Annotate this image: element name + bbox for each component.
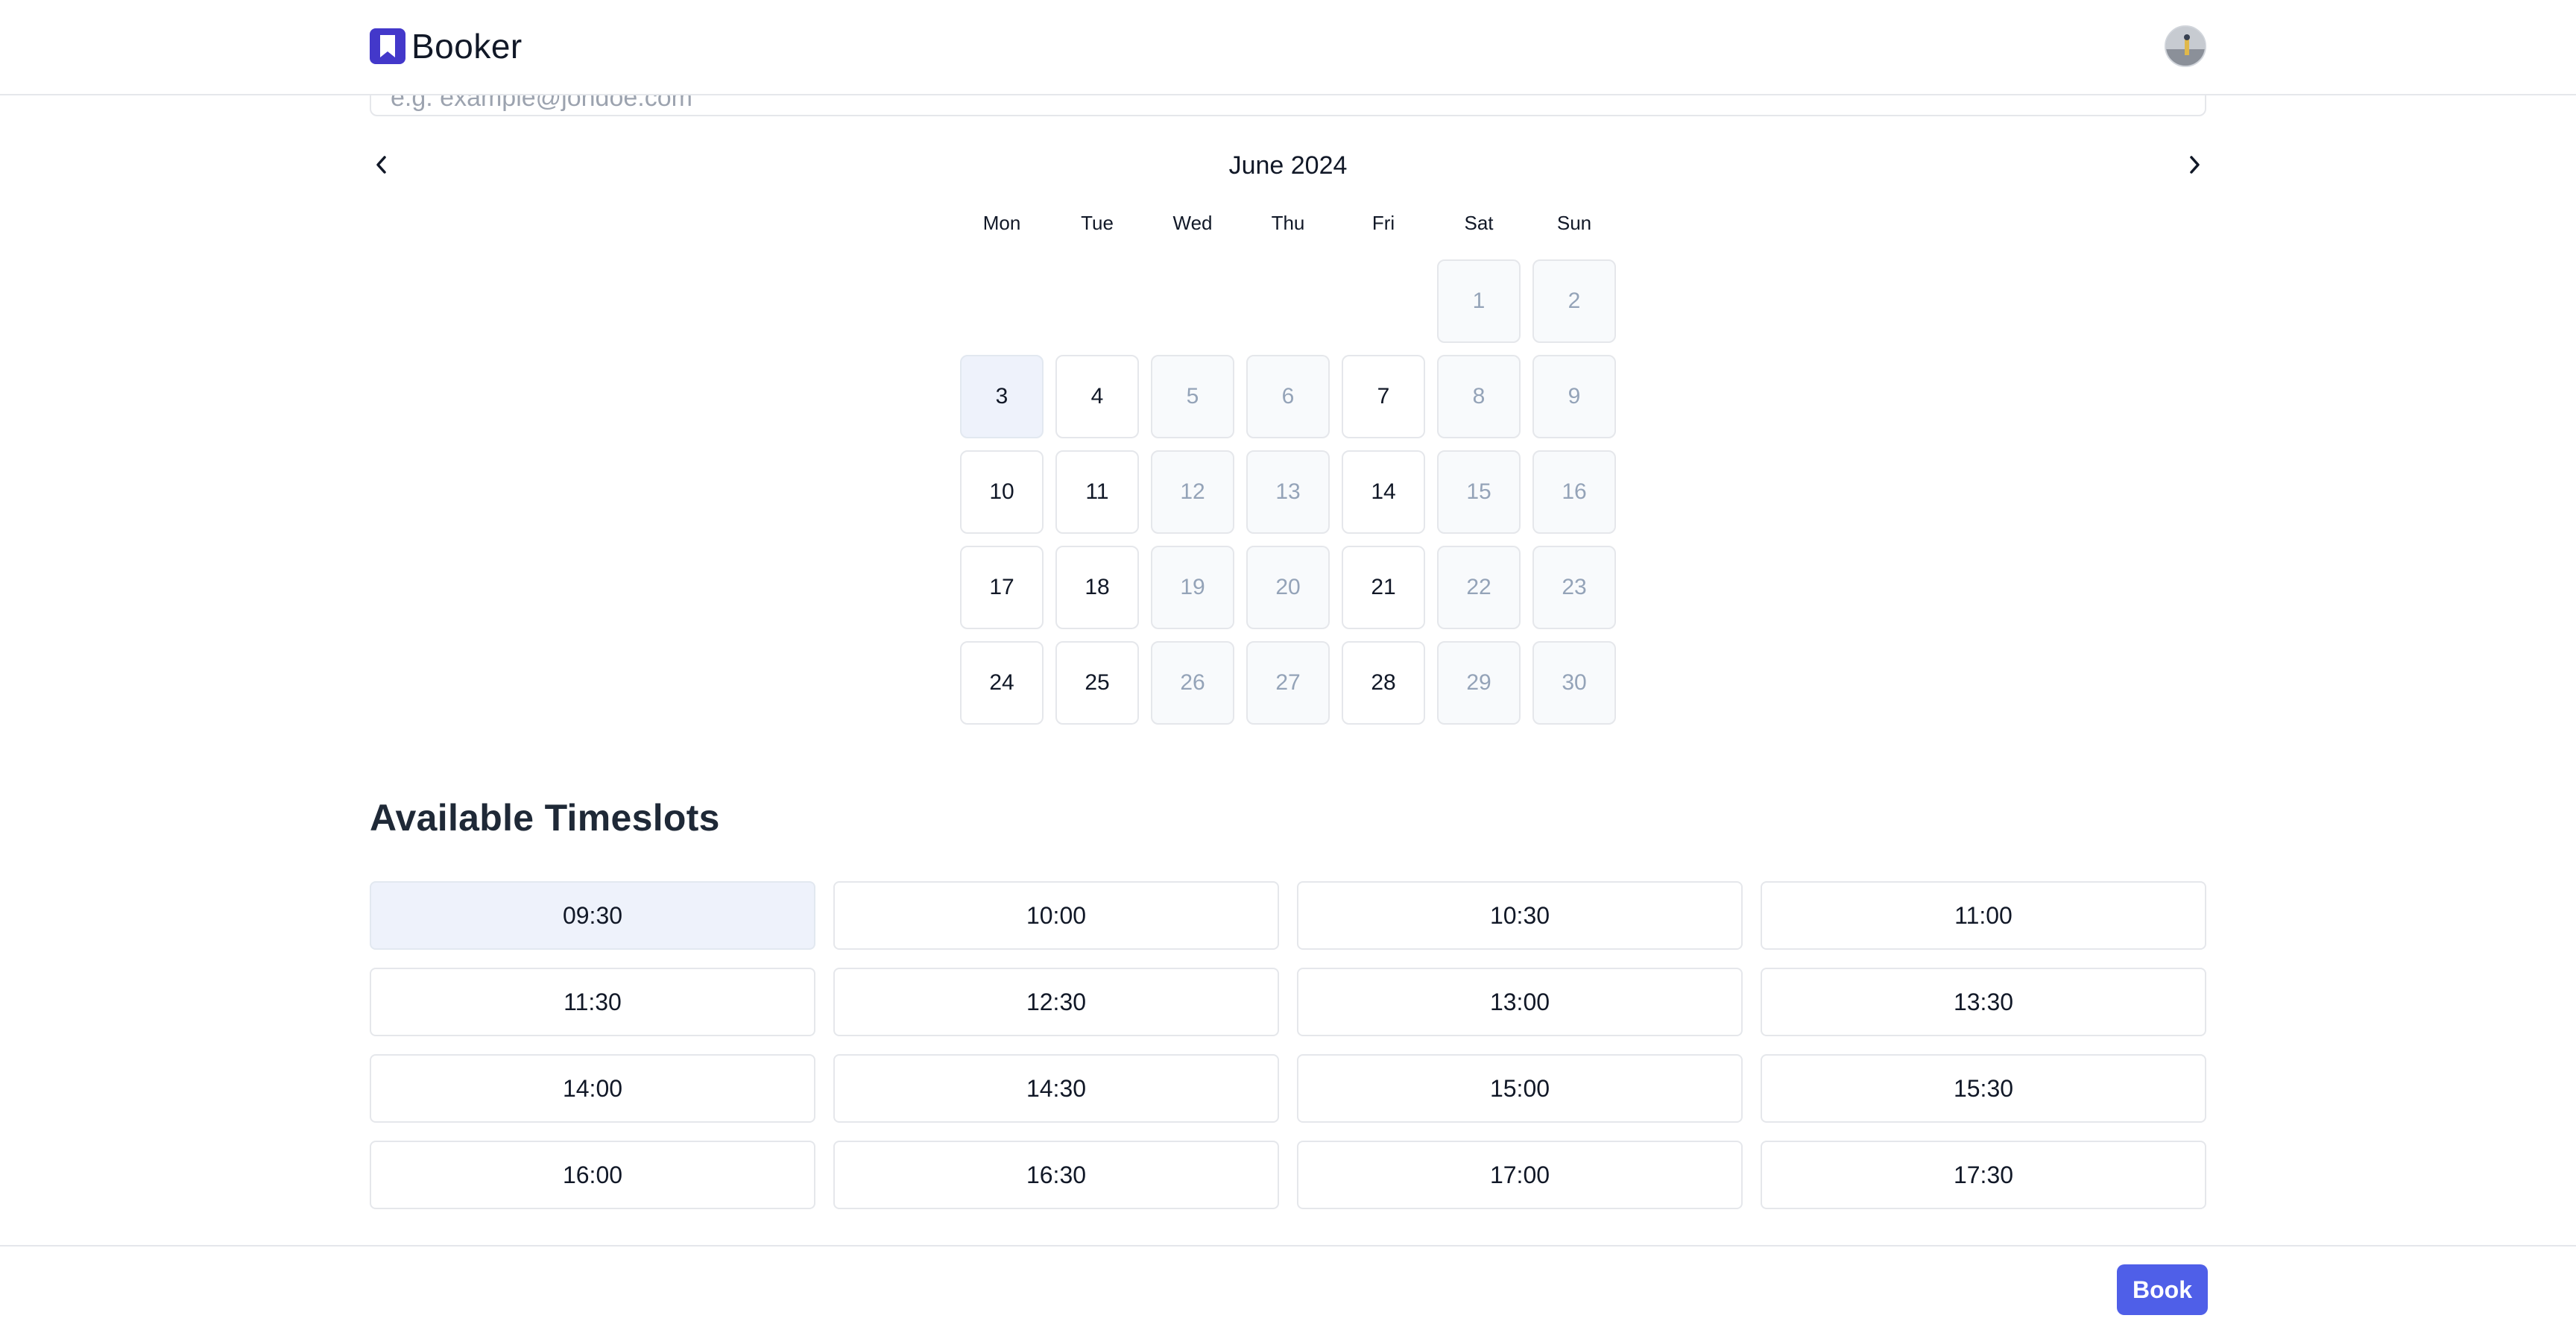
- footer-bar: Book: [0, 1245, 2576, 1327]
- timeslot-button[interactable]: 14:00: [370, 1054, 815, 1123]
- timeslot-button[interactable]: 10:30: [1297, 881, 1743, 950]
- book-button[interactable]: Book: [2117, 1264, 2208, 1315]
- timeslot-button[interactable]: 15:00: [1297, 1054, 1743, 1123]
- calendar-day[interactable]: 17: [960, 546, 1044, 629]
- calendar-day: 20: [1246, 546, 1330, 629]
- timeslot-button[interactable]: 13:30: [1761, 968, 2206, 1036]
- calendar-day[interactable]: 14: [1342, 450, 1425, 534]
- timeslot-button[interactable]: 09:30: [370, 881, 815, 950]
- timeslot-button[interactable]: 11:30: [370, 968, 815, 1036]
- calendar-blank-cell: [960, 259, 1044, 343]
- timeslot-button[interactable]: 15:30: [1761, 1054, 2206, 1123]
- calendar-day: 5: [1151, 355, 1234, 438]
- bookmark-icon: [370, 28, 405, 64]
- calendar-blank-cell: [1055, 259, 1139, 343]
- chevron-left-icon: [373, 154, 391, 177]
- timeslot-button[interactable]: 17:30: [1761, 1141, 2206, 1209]
- timeslot-button[interactable]: 16:30: [833, 1141, 1279, 1209]
- calendar-grid: 1 2 3 4 5 6 7 8 9 10 11 12 13 14 15 16 17 18 19 20 21 22 23 24 2…: [960, 259, 1616, 725]
- weekday-label: Tue: [1081, 212, 1114, 234]
- calendar-day[interactable]: 4: [1055, 355, 1139, 438]
- timeslot-button[interactable]: 14:30: [833, 1054, 1279, 1123]
- calendar-day: 30: [1532, 641, 1616, 725]
- calendar-day: 23: [1532, 546, 1616, 629]
- next-month-button[interactable]: [2176, 148, 2212, 183]
- calendar-day[interactable]: 3: [960, 355, 1044, 438]
- calendar-day: 19: [1151, 546, 1234, 629]
- calendar-day: 9: [1532, 355, 1616, 438]
- prev-month-button[interactable]: [364, 148, 400, 183]
- calendar-day[interactable]: 21: [1342, 546, 1425, 629]
- top-header: Booker: [0, 0, 2576, 95]
- weekday-label: Fri: [1371, 212, 1395, 234]
- weekday-label: Thu: [1271, 212, 1305, 234]
- calendar-day: 27: [1246, 641, 1330, 725]
- weekday-label: Mon: [982, 212, 1021, 234]
- calendar-day: 29: [1437, 641, 1521, 725]
- calendar-day: 16: [1532, 450, 1616, 534]
- timeslot-button[interactable]: 12:30: [833, 968, 1279, 1036]
- calendar-blank-cell: [1151, 259, 1234, 343]
- calendar-day: 15: [1437, 450, 1521, 534]
- calendar-day: 22: [1437, 546, 1521, 629]
- timeslots-title: Available Timeslots: [370, 797, 720, 839]
- calendar-blank-cell: [1246, 259, 1330, 343]
- timeslot-button[interactable]: 10:00: [833, 881, 1279, 950]
- weekday-header: Mon Tue Wed Thu Fri Sat Sun: [960, 212, 1616, 235]
- calendar-day[interactable]: 24: [960, 641, 1044, 725]
- calendar-blank-cell: [1342, 259, 1425, 343]
- calendar-day: 6: [1246, 355, 1330, 438]
- timeslot-button[interactable]: 13:00: [1297, 968, 1743, 1036]
- calendar-day: 8: [1437, 355, 1521, 438]
- calendar-day: 26: [1151, 641, 1234, 725]
- calendar-month-label: June 2024: [1228, 151, 1348, 180]
- timeslot-button[interactable]: 17:00: [1297, 1141, 1743, 1209]
- calendar-day[interactable]: 25: [1055, 641, 1139, 725]
- calendar-day: 2: [1532, 259, 1616, 343]
- weekday-label: Sat: [1464, 212, 1494, 234]
- timeslot-button[interactable]: 11:00: [1761, 881, 2206, 950]
- calendar-day[interactable]: 11: [1055, 450, 1139, 534]
- weekday-label: Wed: [1172, 212, 1213, 234]
- brand-name: Booker: [411, 27, 523, 66]
- brand[interactable]: Booker: [370, 27, 523, 66]
- calendar-day: 12: [1151, 450, 1234, 534]
- calendar-day[interactable]: 10: [960, 450, 1044, 534]
- calendar-day: 13: [1246, 450, 1330, 534]
- calendar-day[interactable]: 7: [1342, 355, 1425, 438]
- user-avatar[interactable]: [2165, 25, 2206, 67]
- calendar-day[interactable]: 28: [1342, 641, 1425, 725]
- weekday-label: Sun: [1556, 212, 1592, 234]
- timeslot-grid: 09:30 10:00 10:30 11:00 11:30 12:30 13:00 13:30…: [370, 881, 2206, 1209]
- booking-page: Booker June 2024 Mon Tue Wed Thu Fri Sat Sun 1…: [0, 0, 2576, 1327]
- timeslot-button[interactable]: 16:00: [370, 1141, 815, 1209]
- chevron-right-icon: [2185, 154, 2203, 177]
- calendar-day[interactable]: 18: [1055, 546, 1139, 629]
- calendar-day: 1: [1437, 259, 1521, 343]
